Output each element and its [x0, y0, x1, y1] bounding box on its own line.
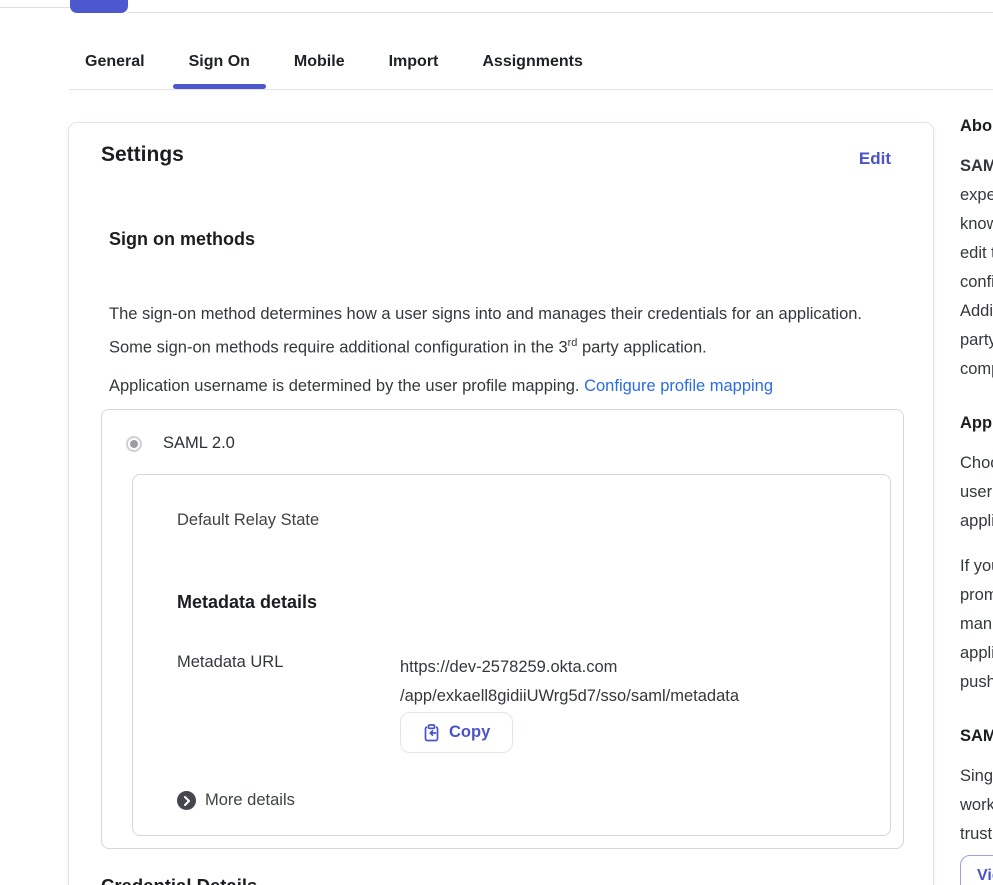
help-sidebar: About SAML 2.0 streamlines the end user … — [960, 117, 993, 885]
application-username-heading: Application Username — [960, 414, 993, 433]
header-divider-right — [128, 12, 993, 13]
saml-radio-selected-icon[interactable] — [126, 436, 142, 452]
about-body: streamlines the end user experience by n… — [960, 157, 993, 378]
app-settings-page: General Sign On Mobile Import Assignment… — [0, 0, 993, 885]
metadata-url-line1: https://dev-2578259.okta.com — [400, 658, 617, 676]
saml-details-panel: Default Relay State Metadata details Met… — [132, 474, 891, 836]
clipboard-copy-icon — [423, 724, 440, 742]
about-heading: About — [960, 117, 993, 136]
primary-button-fragment[interactable] — [70, 0, 128, 13]
tab-mobile[interactable]: Mobile — [294, 52, 345, 85]
saml-radio-label: SAML 2.0 — [163, 434, 235, 453]
view-setup-instructions-button[interactable]: View Setup Instructions — [960, 855, 993, 885]
metadata-details-heading: Metadata details — [177, 592, 317, 613]
saml-radio-row[interactable]: SAML 2.0 — [126, 434, 235, 453]
ordinal-superscript: rd — [568, 337, 578, 349]
copy-button-label: Copy — [449, 723, 490, 742]
default-relay-state-label: Default Relay State — [177, 511, 319, 530]
app-tabbar: General Sign On Mobile Import Assignment… — [85, 52, 583, 85]
configure-profile-mapping-link[interactable]: Configure profile mapping — [584, 377, 773, 395]
credential-details-heading: Credential Details — [101, 875, 257, 885]
chevron-right-circle-icon — [177, 791, 196, 810]
metadata-url-value: https://dev-2578259.okta.com/app/exkaell… — [400, 653, 739, 711]
application-username-paragraph-1: Choose a format to use as the default us… — [960, 449, 993, 536]
tab-import[interactable]: Import — [389, 52, 439, 85]
saml-setup-heading: SAML Setup — [960, 727, 993, 746]
metadata-url-label: Metadata URL — [177, 653, 283, 672]
edit-settings-link[interactable]: Edit — [859, 149, 891, 169]
tabbar-bottom-border — [69, 89, 993, 90]
about-lead: SAML 2.0 — [960, 157, 993, 175]
description-text: The sign-on method determines how a user… — [109, 305, 862, 357]
tab-general[interactable]: General — [85, 52, 145, 85]
header-divider-left — [0, 7, 70, 8]
application-username-paragraph-2: If you select None you will be prompted … — [960, 552, 993, 697]
username-mapping-note: Application username is determined by th… — [109, 372, 884, 401]
settings-card-title: Settings — [101, 143, 184, 167]
tab-assignments[interactable]: Assignments — [482, 52, 582, 85]
sign-on-methods-heading: Sign on methods — [109, 229, 255, 250]
saml-method-box: SAML 2.0 Default Relay State Metadata de… — [101, 409, 904, 849]
metadata-url-line2: /app/exkaell8gidiiUWrg5d7/sso/saml/metad… — [400, 687, 739, 705]
settings-card: Settings Edit Sign on methods The sign-o… — [68, 122, 934, 885]
description-text-tail: party application. — [577, 338, 706, 356]
tab-sign-on[interactable]: Sign On — [189, 52, 250, 85]
username-note-text: Application username is determined by th… — [109, 377, 584, 395]
more-details-toggle[interactable]: More details — [177, 791, 295, 810]
sign-on-method-description: The sign-on method determines how a user… — [109, 300, 884, 363]
saml-setup-paragraph: Single Sign On using SAML will not work … — [960, 762, 993, 849]
more-details-label: More details — [205, 791, 295, 810]
about-paragraph: SAML 2.0 streamlines the end user experi… — [960, 152, 993, 384]
copy-metadata-url-button[interactable]: Copy — [400, 712, 513, 753]
